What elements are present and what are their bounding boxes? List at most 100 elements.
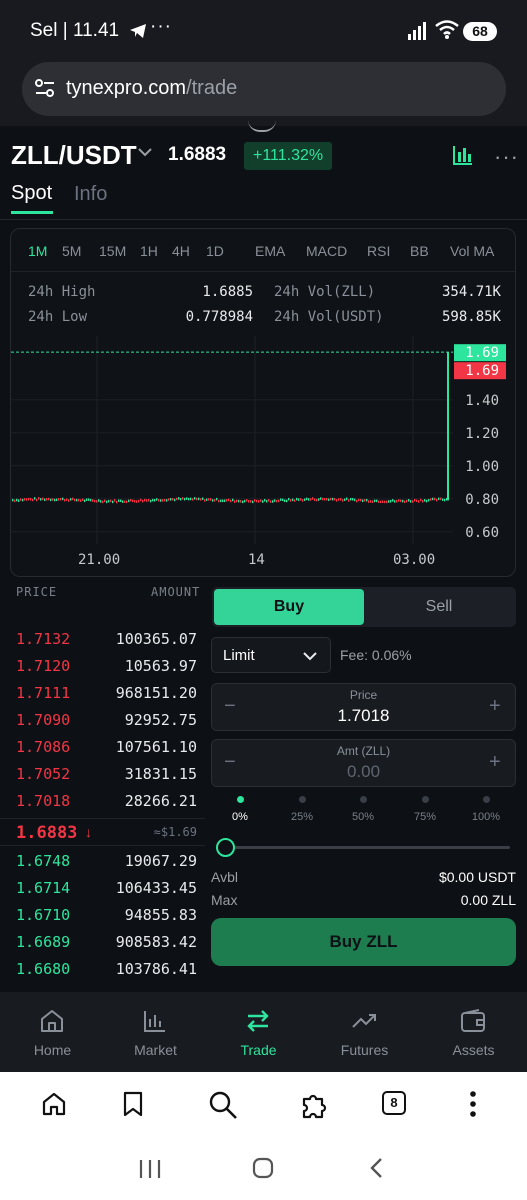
y-tick-label: 0.80 xyxy=(465,492,499,508)
candle xyxy=(326,497,328,501)
sell-tab[interactable]: Sell xyxy=(364,589,514,625)
percent-50[interactable]: 50% xyxy=(343,796,383,825)
site-settings-icon[interactable] xyxy=(34,78,56,98)
indicator-rsi[interactable]: RSI xyxy=(367,243,390,259)
orderbook-ask-row[interactable]: 1.7132 100365.07 xyxy=(0,626,205,653)
candle xyxy=(244,499,246,503)
orderbook-bid-row[interactable]: 1.6714 106433.45 xyxy=(0,875,205,902)
orderbook-ask-row[interactable]: 1.7052 31831.15 xyxy=(0,761,205,788)
candle xyxy=(404,500,406,504)
plus-icon[interactable]: + xyxy=(489,751,501,774)
chevron-down-icon[interactable] xyxy=(137,146,153,158)
nav-trade[interactable]: Trade xyxy=(206,992,311,1072)
tab-spot[interactable]: Spot xyxy=(11,182,52,205)
candle xyxy=(330,497,332,501)
search-icon[interactable] xyxy=(208,1090,238,1120)
candle xyxy=(354,498,356,502)
more-options-icon[interactable]: ··· xyxy=(494,144,519,170)
orderbook-bid-row[interactable]: 1.6748 19067.29 xyxy=(0,848,205,875)
orderbook-ask-row[interactable]: 1.7018 28266.21 xyxy=(0,788,205,815)
percent-75[interactable]: 75% xyxy=(405,796,445,825)
candle xyxy=(50,498,52,502)
ask-amount: 28266.21 xyxy=(124,792,197,810)
ask-price-tag: 1.69 xyxy=(454,362,506,380)
price-label: Price xyxy=(349,688,378,702)
price-chart[interactable]: 1.40 1.20 1.00 0.80 0.60 1.69 1.69 xyxy=(11,336,515,544)
timeframe-4h[interactable]: 4H xyxy=(172,243,190,259)
price-input[interactable]: 1.7018 xyxy=(212,706,515,726)
candle xyxy=(20,498,22,501)
status-bar: Sel | 11.41 ··· 68 xyxy=(0,0,527,58)
percent-0[interactable]: 0% xyxy=(220,796,260,825)
ask-price: 1.7132 xyxy=(16,630,71,648)
back-icon[interactable] xyxy=(369,1157,383,1179)
chart-toggle-icon[interactable] xyxy=(452,144,474,166)
amount-slider-thumb[interactable] xyxy=(216,838,235,857)
timeframe-1d[interactable]: 1D xyxy=(206,243,224,259)
buy-submit-button[interactable]: Buy ZLL xyxy=(211,918,516,966)
home-button-icon[interactable] xyxy=(252,1157,274,1179)
amount-input[interactable]: 0.00 xyxy=(212,762,515,782)
tabs-button[interactable]: 8 xyxy=(382,1091,406,1115)
amount-stepper[interactable]: − Amt (ZLL) 0.00 + xyxy=(211,739,516,787)
price-stepper[interactable]: − Price 1.7018 + xyxy=(211,683,516,731)
nav-market[interactable]: Market xyxy=(103,992,208,1072)
x-tick-label: 03.00 xyxy=(393,552,436,568)
candle xyxy=(36,498,38,502)
nav-assets[interactable]: Assets xyxy=(421,992,526,1072)
browser-home-icon[interactable] xyxy=(40,1090,68,1118)
indicator-bb[interactable]: BB xyxy=(410,243,429,259)
x-tick-label: 14 xyxy=(248,552,265,568)
candle xyxy=(447,352,449,501)
chevron-down-icon xyxy=(303,652,317,661)
wifi-icon xyxy=(435,20,459,39)
orderbook-ask-row[interactable]: 1.7086 107561.10 xyxy=(0,734,205,761)
indicator-macd[interactable]: MACD xyxy=(306,243,347,259)
nav-home[interactable]: Home xyxy=(0,992,105,1072)
candle xyxy=(14,499,16,503)
candle xyxy=(136,500,138,503)
tab-info[interactable]: Info xyxy=(74,183,107,206)
buy-tab[interactable]: Buy xyxy=(214,589,364,625)
candle xyxy=(216,497,218,501)
max-label: Max xyxy=(211,892,238,908)
candle xyxy=(422,499,424,503)
timeframe-1m[interactable]: 1M xyxy=(28,243,47,259)
candle xyxy=(310,498,312,501)
orderbook-bid-row[interactable]: 1.6680 103786.41 xyxy=(0,956,205,983)
candle xyxy=(132,499,134,503)
candle xyxy=(122,500,124,503)
candle xyxy=(176,497,178,501)
percent-100[interactable]: 100% xyxy=(466,796,506,825)
url-text[interactable]: tynexpro.com/trade xyxy=(66,77,237,100)
bid-amount: 94855.83 xyxy=(124,906,197,924)
order-type-select[interactable]: Limit xyxy=(211,637,331,673)
bookmark-icon[interactable] xyxy=(122,1090,144,1118)
candle xyxy=(294,499,296,502)
indicator-vol-ma[interactable]: Vol MA xyxy=(450,243,494,259)
orderbook-bid-row[interactable]: 1.6689 908583.42 xyxy=(0,929,205,956)
orderbook-ask-row[interactable]: 1.7090 92952.75 xyxy=(0,707,205,734)
amount-slider-track[interactable] xyxy=(228,846,510,849)
indicator-ema[interactable]: EMA xyxy=(255,243,285,259)
address-bar[interactable]: tynexpro.com/trade xyxy=(22,62,506,116)
timeframe-1h[interactable]: 1H xyxy=(140,243,158,259)
browser-menu-icon[interactable] xyxy=(469,1090,477,1118)
recent-apps-icon[interactable] xyxy=(139,1159,161,1179)
timeframe-5m[interactable]: 5M xyxy=(62,243,81,259)
candle xyxy=(262,500,264,503)
candle xyxy=(318,498,320,501)
timeframe-15m[interactable]: 15M xyxy=(99,243,126,259)
extensions-icon[interactable] xyxy=(299,1090,329,1120)
nav-futures[interactable]: Futures xyxy=(312,992,417,1072)
orderbook-ask-row[interactable]: 1.7120 10563.97 xyxy=(0,653,205,680)
orderbook-ask-row[interactable]: 1.7111 968151.20 xyxy=(0,680,205,707)
plus-icon[interactable]: + xyxy=(489,695,501,718)
candle xyxy=(128,499,130,503)
y-axis: 1.40 1.20 1.00 0.80 0.60 xyxy=(465,393,499,541)
pair-selector[interactable]: ZLL/USDT xyxy=(11,140,137,171)
percent-25[interactable]: 25% xyxy=(282,796,322,825)
order-type-value: Limit xyxy=(223,647,255,664)
orderbook-bid-row[interactable]: 1.6710 94855.83 xyxy=(0,902,205,929)
candle xyxy=(328,498,330,501)
